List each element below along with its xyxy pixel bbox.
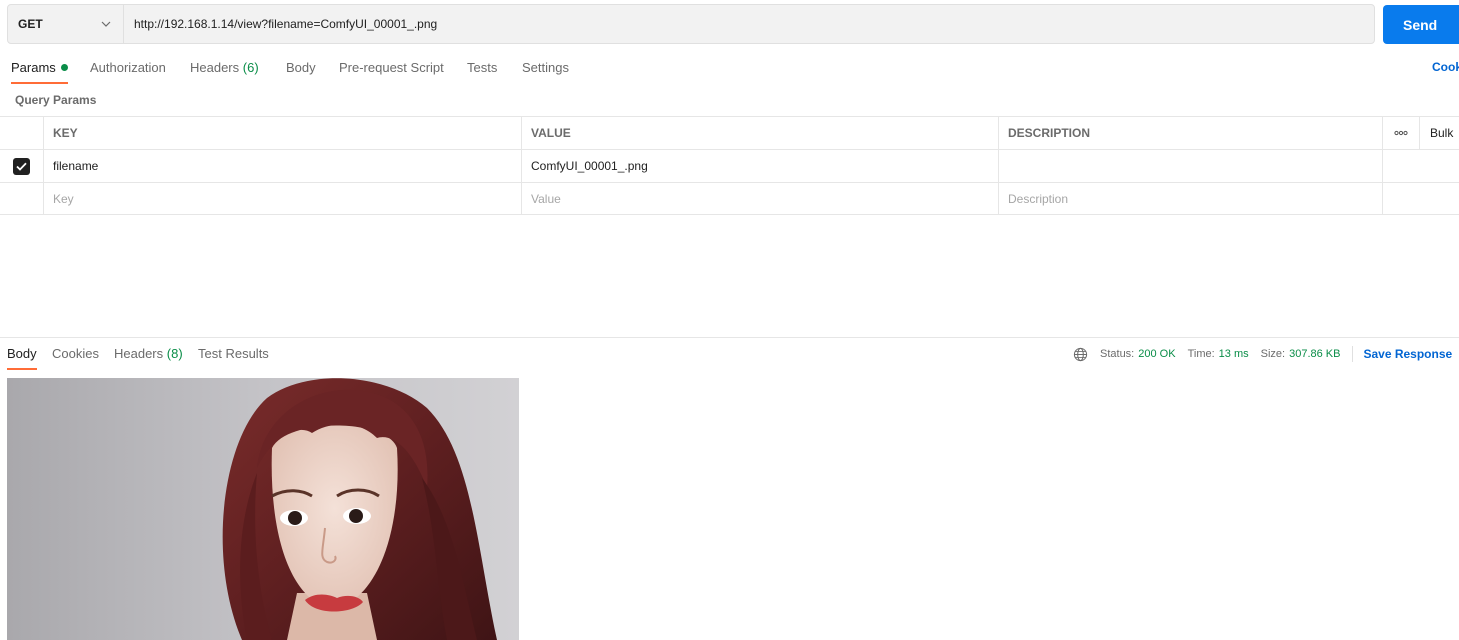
- response-tab-body-label: Body: [7, 346, 37, 361]
- method-label: GET: [18, 17, 43, 31]
- column-header-description: DESCRIPTION: [999, 117, 1383, 149]
- params-table: KEY VALUE DESCRIPTION Bulk filename Comf…: [0, 116, 1459, 215]
- tab-body[interactable]: Body: [286, 56, 316, 84]
- tab-settings[interactable]: Settings: [522, 56, 569, 84]
- send-label: Send: [1403, 16, 1438, 33]
- response-headers-count: (8): [166, 346, 183, 361]
- time-value[interactable]: 13 ms: [1219, 348, 1249, 360]
- status-separator: [1352, 346, 1354, 362]
- tab-params[interactable]: Params: [11, 56, 68, 84]
- tab-body-label: Body: [286, 60, 316, 75]
- table-row-new: Key Value Description: [0, 182, 1459, 215]
- url-text: http://192.168.1.14/view?filename=ComfyU…: [134, 17, 438, 31]
- pane-divider[interactable]: [0, 337, 1459, 338]
- param-enabled-checkbox[interactable]: [13, 157, 30, 175]
- status-label: Status:: [1100, 348, 1135, 360]
- response-status-bar: Status: 200 OK Time: 13 ms Size: 307.86 …: [1073, 346, 1452, 362]
- status-value[interactable]: 200 OK: [1138, 348, 1175, 360]
- table-row: filename ComfyUI_00001_.png: [0, 149, 1459, 182]
- params-active-dot: [60, 64, 68, 71]
- response-tab-cookies[interactable]: Cookies: [52, 346, 99, 370]
- send-button[interactable]: Send: [1383, 5, 1459, 44]
- response-tab-headers-label: Headers: [114, 346, 164, 361]
- tab-tests-label: Tests: [467, 60, 498, 75]
- tab-authorization-label: Authorization: [90, 60, 166, 75]
- response-tab-test-results[interactable]: Test Results: [198, 346, 269, 370]
- globe-icon[interactable]: [1073, 347, 1088, 362]
- tab-headers-count: (6): [242, 60, 259, 75]
- chevron-down-icon: [101, 21, 111, 27]
- param-value-field[interactable]: ComfyUI_00001_.png: [522, 150, 999, 182]
- request-url-bar: GET http://192.168.1.14/view?filename=Co…: [7, 4, 1375, 44]
- response-tab-cookies-label: Cookies: [52, 346, 99, 361]
- save-response-button[interactable]: Save Response: [1363, 347, 1452, 361]
- params-header-row: KEY VALUE DESCRIPTION Bulk: [0, 116, 1459, 149]
- row-check-cell-empty: [0, 183, 44, 215]
- response-tab-test-results-label: Test Results: [198, 346, 269, 361]
- header-check-cell: [0, 117, 44, 149]
- new-value-field[interactable]: Value: [522, 183, 999, 215]
- new-description-field[interactable]: Description: [999, 183, 1383, 215]
- tab-pre-request-script[interactable]: Pre-request Script: [339, 56, 444, 84]
- row-check-cell: [0, 150, 44, 182]
- tab-headers-label: Headers: [190, 60, 240, 75]
- tab-tests[interactable]: Tests: [467, 56, 497, 84]
- more-dots-icon: [1394, 130, 1408, 136]
- portrait-image: [7, 378, 519, 640]
- cookies-link[interactable]: Cook: [1432, 60, 1459, 74]
- new-key-field[interactable]: Key: [44, 183, 522, 215]
- size-value[interactable]: 307.86 KB: [1289, 348, 1340, 360]
- tab-settings-label: Settings: [522, 60, 569, 75]
- response-image: [7, 378, 519, 640]
- tab-pre-request-label: Pre-request Script: [339, 60, 444, 75]
- time-label: Time:: [1187, 348, 1215, 360]
- column-header-key: KEY: [44, 117, 522, 149]
- tab-headers[interactable]: Headers (6): [190, 56, 259, 84]
- tab-params-label: Params: [11, 60, 56, 75]
- url-input[interactable]: http://192.168.1.14/view?filename=ComfyU…: [124, 5, 1374, 43]
- column-header-value: VALUE: [522, 117, 999, 149]
- response-tab-headers[interactable]: Headers (8): [114, 346, 183, 370]
- param-description-field[interactable]: [999, 150, 1383, 182]
- query-params-title: Query Params: [15, 93, 97, 107]
- tab-authorization[interactable]: Authorization: [90, 56, 166, 84]
- method-select[interactable]: GET: [8, 5, 124, 43]
- bulk-edit-button[interactable]: Bulk: [1420, 117, 1459, 149]
- param-key-field[interactable]: filename: [44, 150, 522, 182]
- size-label: Size:: [1260, 348, 1286, 360]
- more-options-button[interactable]: [1383, 117, 1420, 149]
- checkmark-icon: [16, 162, 27, 171]
- response-tab-body[interactable]: Body: [7, 346, 37, 370]
